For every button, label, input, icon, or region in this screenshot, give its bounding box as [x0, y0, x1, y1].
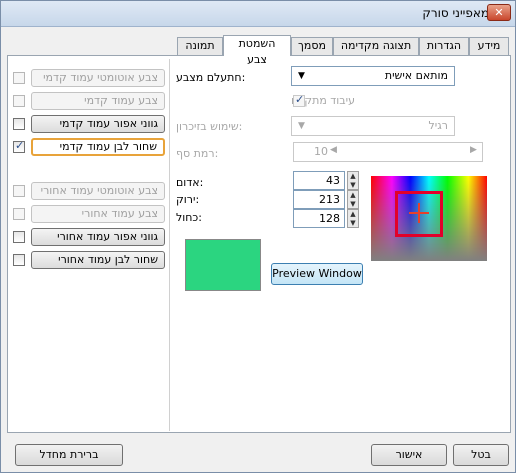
tab-strip: מידע הגדרות תצוגה מקדימה מסמך השמטת צבע …: [5, 35, 509, 66]
checkbox-gray-front[interactable]: [13, 118, 25, 130]
blue-spinner[interactable]: 128 ▲ ▼: [293, 209, 359, 228]
green-spinner[interactable]: 213 ▲ ▼: [293, 190, 359, 209]
window-title: מאפייני סורק: [422, 6, 489, 20]
slider-left-arrow-icon[interactable]: ◀: [330, 145, 337, 155]
red-label: :אדום: [176, 176, 204, 189]
checkbox-gray-back[interactable]: [13, 231, 25, 243]
memory-value: רגיל: [428, 119, 448, 132]
memory-label: :שימוש בזיכרון: [176, 120, 243, 133]
checkbox-bw-back[interactable]: [13, 254, 25, 266]
title-bar: מאפייני סורק ✕: [1, 1, 515, 27]
option-auto-color-back[interactable]: צבע אוטומטי עמוד אחורי: [31, 182, 165, 200]
color-swatch: [185, 239, 261, 291]
spin-down-icon[interactable]: ▼: [348, 219, 358, 228]
spin-up-icon[interactable]: ▲: [348, 191, 358, 200]
tab-preview[interactable]: תצוגה מקדימה: [333, 37, 419, 55]
memory-select[interactable]: רגיל ▼: [291, 116, 455, 136]
chevron-down-icon: ▼: [298, 71, 305, 81]
spin-up-icon[interactable]: ▲: [348, 210, 358, 219]
option-bw-front[interactable]: שחור לבן עמוד קדמי: [31, 138, 165, 156]
tab-color-dropout[interactable]: השמטת צבע: [223, 35, 291, 66]
blue-value[interactable]: 128: [293, 209, 345, 228]
checkbox-auto-color-back[interactable]: [13, 185, 25, 197]
enhance-checkbox[interactable]: [293, 93, 305, 107]
default-button[interactable]: ברירת מחדל: [15, 444, 123, 466]
tab-info[interactable]: מידע: [469, 37, 509, 55]
column-divider: [169, 59, 170, 431]
green-spin-buttons[interactable]: ▲ ▼: [347, 190, 359, 209]
option-row: שחור לבן עמוד קדמי: [13, 138, 168, 156]
checkbox-auto-color-front[interactable]: [13, 72, 25, 84]
ok-button[interactable]: אישור: [371, 444, 447, 466]
spin-up-icon[interactable]: ▲: [348, 172, 358, 181]
crosshair-icon: [418, 203, 420, 223]
threshold-label: :רמת סף: [176, 147, 219, 160]
color-dropout-value: מותאם אישית: [384, 69, 448, 82]
tab-document[interactable]: מסמך: [291, 37, 333, 55]
enhance-checkbox-row[interactable]: עיבוד מתקדם: [291, 93, 373, 109]
option-row: גווני אפור עמוד אחורי: [13, 228, 168, 246]
option-color-front[interactable]: צבע עמוד קדמי: [31, 92, 165, 110]
option-color-back[interactable]: צבע עמוד אחורי: [31, 205, 165, 223]
option-row: צבע אוטומטי עמוד אחורי: [13, 182, 168, 200]
color-dropout-label: :חתעלם מצבע: [176, 71, 246, 84]
scanner-properties-window: מאפייני סורק ✕ מידע הגדרות תצוגה מקדימה …: [0, 0, 516, 473]
option-row: צבע אוטומטי עמוד קדמי: [13, 69, 168, 87]
option-gray-back[interactable]: גווני אפור עמוד אחורי: [31, 228, 165, 246]
cancel-button[interactable]: בטל: [453, 444, 509, 466]
blue-label: :כחול: [176, 211, 202, 224]
color-dropout-select[interactable]: מותאם אישית ▼: [291, 66, 455, 86]
red-value[interactable]: 43: [293, 171, 345, 190]
threshold-value: 10: [314, 145, 328, 158]
chevron-down-icon: ▼: [298, 121, 305, 131]
option-bw-back[interactable]: שחור לבן עמוד אחורי: [31, 251, 165, 269]
blue-spin-buttons[interactable]: ▲ ▼: [347, 209, 359, 228]
green-label: :ירוק: [176, 193, 200, 206]
spin-down-icon[interactable]: ▼: [348, 181, 358, 190]
checkbox-color-front[interactable]: [13, 95, 25, 107]
slider-right-arrow-icon[interactable]: ▶: [470, 145, 477, 155]
option-row: גווני אפור עמוד קדמי: [13, 115, 168, 133]
close-button[interactable]: ✕: [487, 4, 511, 21]
checkbox-color-back[interactable]: [13, 208, 25, 220]
red-spinner[interactable]: 43 ▲ ▼: [293, 171, 359, 190]
checkbox-bw-front[interactable]: [13, 139, 25, 153]
option-auto-color-front[interactable]: צבע אוטומטי עמוד קדמי: [31, 69, 165, 87]
tab-settings[interactable]: הגדרות: [419, 37, 469, 55]
option-gray-front[interactable]: גווני אפור עמוד קדמי: [31, 115, 165, 133]
red-spin-buttons[interactable]: ▲ ▼: [347, 171, 359, 190]
spin-down-icon[interactable]: ▼: [348, 200, 358, 209]
preview-window-button[interactable]: Preview Window: [271, 263, 363, 285]
green-value[interactable]: 213: [293, 190, 345, 209]
tab-image[interactable]: תמונה: [177, 37, 223, 55]
option-row: צבע עמוד קדמי: [13, 92, 168, 110]
option-row: שחור לבן עמוד אחורי: [13, 251, 168, 269]
option-row: צבע עמוד אחורי: [13, 205, 168, 223]
threshold-slider[interactable]: 10 ◀ ▶: [293, 142, 483, 162]
